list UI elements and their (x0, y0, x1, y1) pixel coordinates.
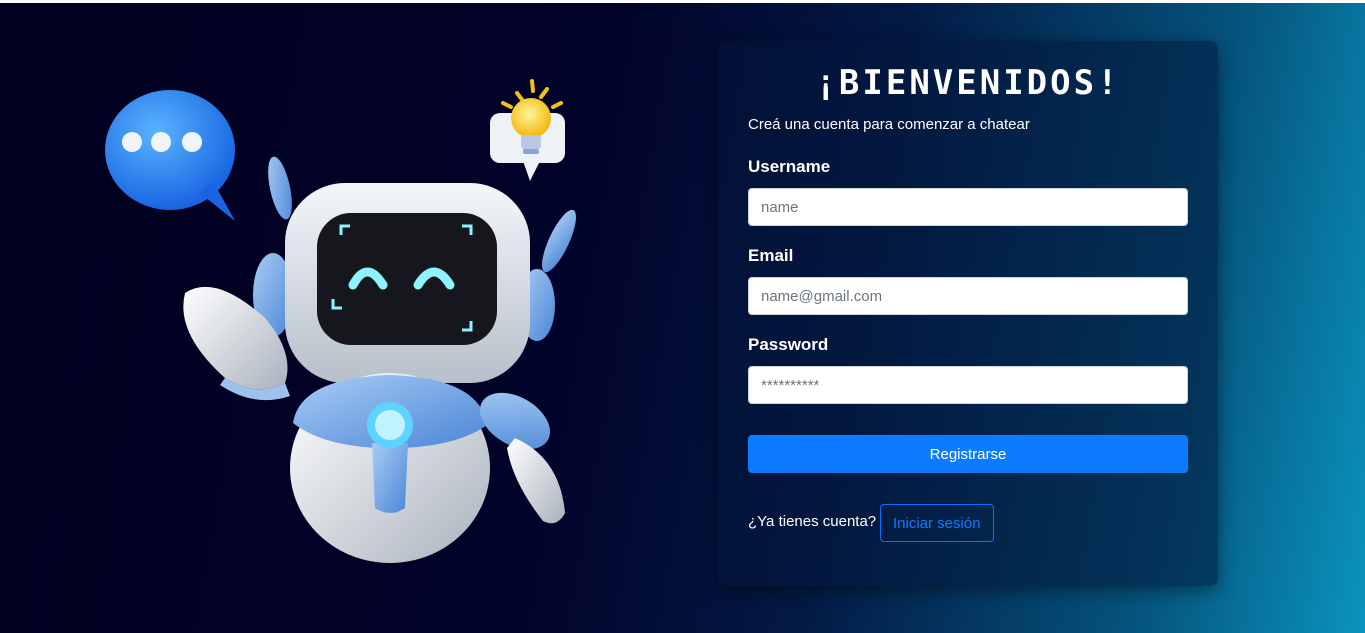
email-label: Email (748, 246, 794, 265)
chat-bubble-icon (105, 90, 235, 221)
page-background: ¡BIENVENIDOS! Creá una cuenta para comen… (0, 3, 1365, 633)
password-input[interactable] (748, 366, 1188, 404)
register-card: ¡BIENVENIDOS! Creá una cuenta para comen… (718, 41, 1218, 586)
hero-illustration (95, 63, 595, 583)
register-button[interactable]: Registrarse (748, 435, 1188, 473)
page-title: ¡BIENVENIDOS! (815, 63, 1121, 103)
username-input[interactable] (748, 188, 1188, 226)
login-prompt: ¿Ya tienes cuenta? (748, 513, 877, 530)
robot-icon (105, 79, 576, 563)
username-label: Username (748, 157, 831, 176)
lightbulb-icon (490, 79, 565, 181)
subtitle: Creá una cuenta para comenzar a chatear (748, 116, 1030, 133)
login-button[interactable]: Iniciar sesión (880, 504, 994, 542)
password-label: Password (748, 335, 829, 354)
email-input[interactable] (748, 277, 1188, 315)
